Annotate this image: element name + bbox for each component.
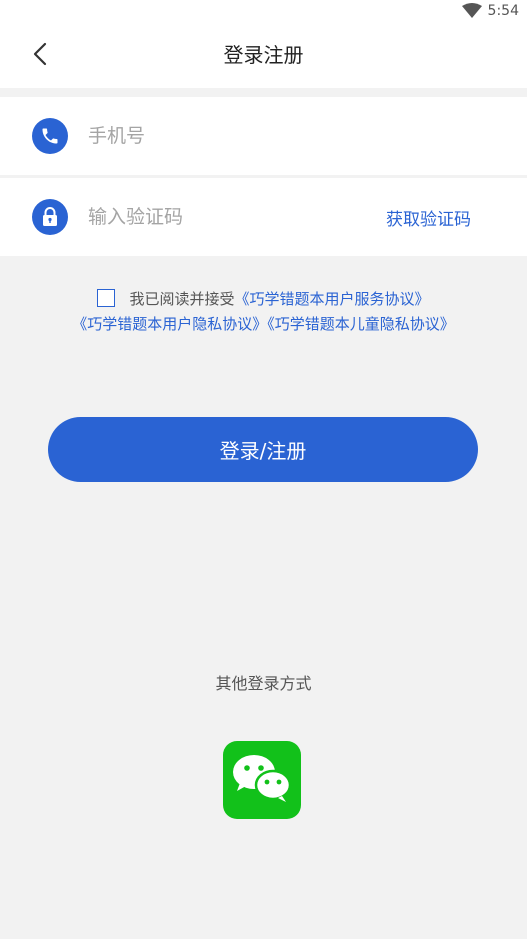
phone-icon xyxy=(32,118,68,154)
code-row: 获取验证码 xyxy=(0,178,527,256)
get-code-button[interactable]: 获取验证码 xyxy=(386,205,471,230)
status-time: 5:54 xyxy=(487,3,519,19)
other-login-title: 其他登录方式 xyxy=(215,674,312,693)
status-bar: 5:54 xyxy=(0,0,527,22)
user-service-agreement-link[interactable]: 《巧学错题本用户服务协议》 xyxy=(235,290,430,308)
login-register-button[interactable]: 登录/注册 xyxy=(48,417,478,482)
child-privacy-agreement-link[interactable]: 《巧学错题本儿童隐私协议》 xyxy=(267,315,455,333)
code-input[interactable] xyxy=(88,198,358,236)
header: 登录注册 xyxy=(0,22,527,88)
lock-icon xyxy=(32,199,68,235)
back-icon xyxy=(33,42,47,70)
wechat-icon xyxy=(230,751,294,809)
agreement-prefix: 我已阅读并接受 xyxy=(129,290,235,308)
page-title: 登录注册 xyxy=(223,43,304,67)
agreement: 我已阅读并接受《巧学错题本用户服务协议》 《巧学错题本用户隐私协议》《巧学错题本… xyxy=(0,287,527,337)
agreement-checkbox[interactable] xyxy=(97,289,116,307)
user-privacy-agreement-link[interactable]: 《巧学错题本用户隐私协议》 xyxy=(72,315,267,333)
wifi-icon xyxy=(461,3,482,19)
phone-row xyxy=(0,97,527,175)
back-button[interactable] xyxy=(20,36,60,76)
wechat-login-button[interactable] xyxy=(223,741,301,819)
phone-input[interactable] xyxy=(88,117,358,155)
